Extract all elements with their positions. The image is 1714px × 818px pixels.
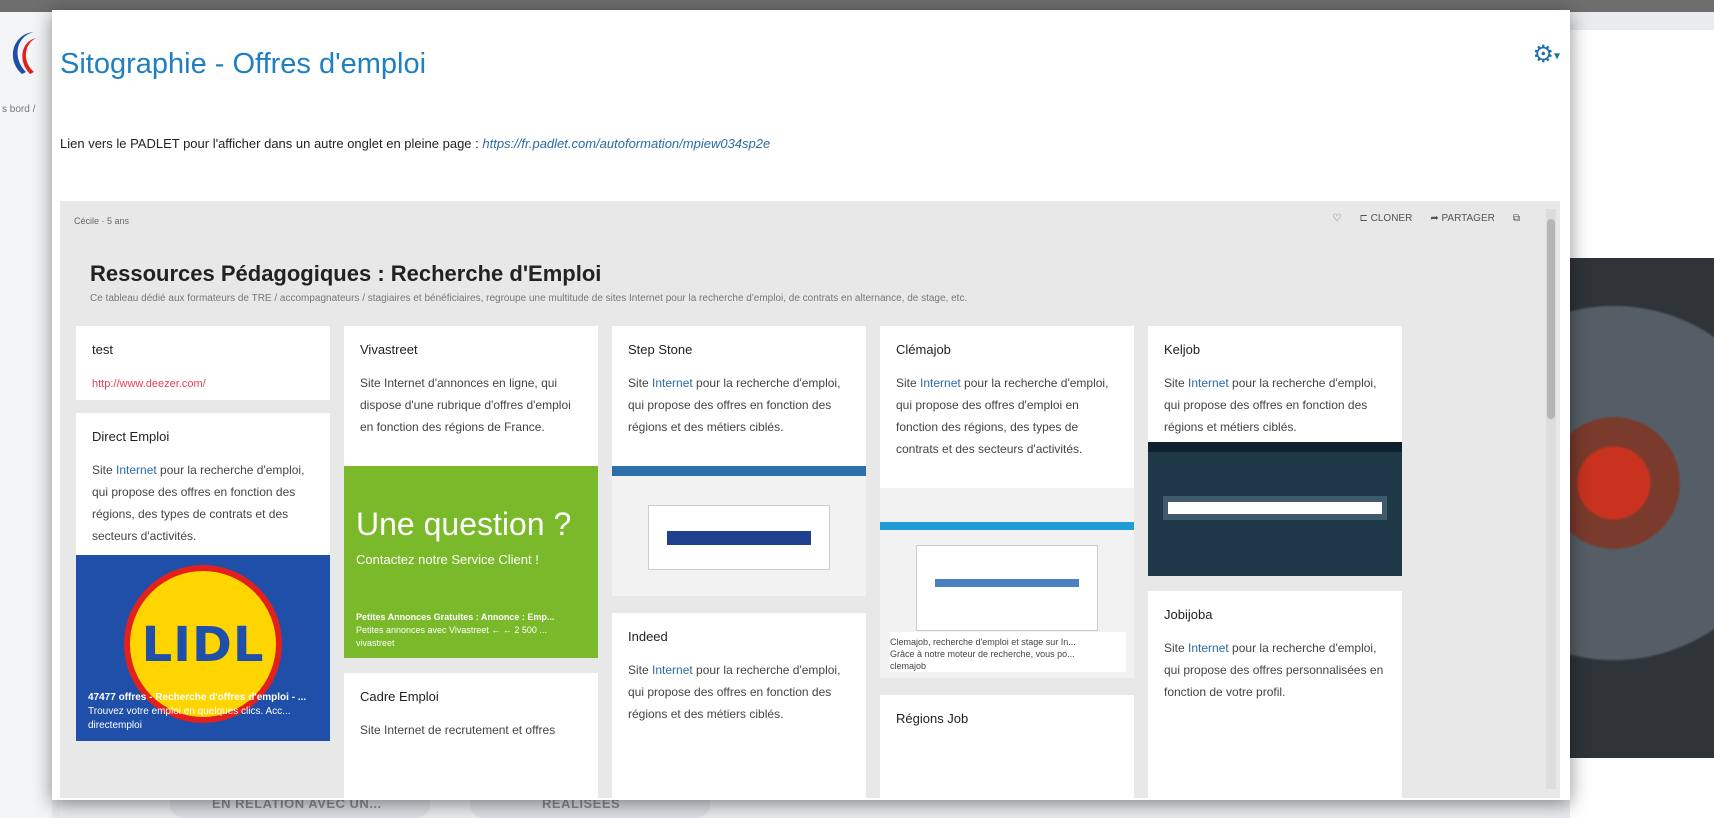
promo-subtitle: Contactez notre Service Client ! [356, 552, 539, 567]
card-vivastreet[interactable]: Vivastreet Site Internet d'annonces en l… [344, 326, 598, 466]
card-body: Site Internet pour la recherche d'emploi… [896, 376, 1109, 456]
card-direct-emploi[interactable]: Direct Emploi Site Internet pour la rech… [76, 413, 330, 555]
gear-icon: ⚙ [1532, 41, 1554, 68]
padlet-scrollbar[interactable] [1546, 209, 1556, 789]
padlet-description: Ce tableau dédié aux formateurs de TRE /… [90, 293, 968, 304]
heart-icon[interactable]: ♡ [1333, 213, 1342, 224]
card-body: Site Internet pour la recherche d'emploi… [92, 463, 305, 543]
page-title: Sitographie - Offres d'emploi [60, 48, 427, 80]
background-left-panel [0, 12, 52, 818]
card-body: Site Internet pour la recherche d'emploi… [628, 663, 841, 721]
share-label: PARTAGER [1441, 213, 1495, 224]
background-breadcrumb: s bord / [2, 104, 36, 115]
scroll-thumb[interactable] [1547, 219, 1555, 419]
card-test[interactable]: test http://www.deezer.com/ [76, 326, 330, 400]
preview-search [1163, 495, 1387, 520]
card-clemajob[interactable]: Clémajob Site Internet pour la recherche… [880, 326, 1134, 488]
padlet-link[interactable]: https://fr.padlet.com/autoformation/mpie… [482, 136, 770, 151]
chevron-down-icon: ▾ [1553, 48, 1560, 63]
card-body: Site Internet pour la recherche d'emploi… [1164, 376, 1377, 434]
preview-header [612, 466, 866, 476]
card-title: Vivastreet [360, 342, 418, 357]
card-title: test [92, 342, 113, 357]
card-body: Site Internet pour la recherche d'emploi… [628, 376, 841, 434]
card-keljob[interactable]: Keljob Site Internet pour la recherche d… [1148, 326, 1402, 442]
background-photo [1560, 258, 1714, 758]
card-cadre-emploi[interactable]: Cadre Emploi Site Internet de recrutemen… [344, 673, 598, 798]
card-lidl-image[interactable]: LIDL 47477 offres - Recherche d'offres d… [76, 555, 330, 741]
card-vivastreet-image[interactable]: Une question ? Contactez notre Service C… [344, 466, 598, 658]
card-link[interactable]: http://www.deezer.com/ [92, 378, 206, 390]
settings-menu-button[interactable]: ⚙▾ [1532, 40, 1560, 69]
card-body: Site Internet d'annonces en ligne, qui d… [360, 376, 571, 434]
card-title: Régions Job [896, 711, 969, 726]
card-title: Keljob [1164, 342, 1201, 357]
card-title: Clémajob [896, 342, 951, 357]
card-indeed[interactable]: Indeed Site Internet pour la recherche d… [612, 613, 866, 798]
promo-question: Une question ? [356, 506, 572, 542]
card-title: Cadre Emploi [360, 689, 439, 704]
padlet-title: Ressources Pédagogiques : Recherche d'Em… [90, 261, 602, 286]
card-regions-job[interactable]: Régions Job [880, 695, 1134, 798]
card-title: Jobijoba [1164, 607, 1213, 622]
card-title: Indeed [628, 629, 668, 644]
preview-header [880, 522, 1134, 530]
preview-header [1148, 442, 1402, 452]
padlet-toolbar: Cécile · 5 ans ♡ ⊏ CLONER ➦ PARTAGER ⧉ [60, 201, 1540, 237]
preview-form [647, 505, 831, 570]
card-keljob-image[interactable] [1148, 442, 1402, 576]
padlet-link-line: Lien vers le PADLET pour l'afficher dans… [60, 136, 770, 151]
clone-button[interactable]: ⊏ CLONER [1359, 213, 1412, 224]
card-step-stone-image[interactable] [612, 466, 866, 596]
padlet-embed: Cécile · 5 ans ♡ ⊏ CLONER ➦ PARTAGER ⧉ R… [60, 201, 1560, 798]
preview-page [915, 545, 1099, 631]
card-clemajob-image[interactable]: Clemajob, recherche d'emploi et stage su… [880, 488, 1134, 678]
padlet-actions: ♡ ⊏ CLONER ➦ PARTAGER ⧉ [1333, 213, 1521, 224]
link-preview-caption: Petites Annonces Gratuites : Annonce : E… [356, 612, 555, 648]
link-prefix: Lien vers le PADLET pour l'afficher dans… [60, 136, 483, 151]
app-logo-icon [12, 32, 36, 74]
card-title: Direct Emploi [92, 429, 170, 444]
link-preview-caption: 47477 offres - Recherche d'offres d'empl… [88, 692, 307, 731]
card-body: Site Internet de recrutement et offres [360, 723, 556, 737]
card-body: Site Internet pour la recherche d'emploi… [1164, 641, 1384, 699]
share-button[interactable]: ➦ PARTAGER [1430, 213, 1495, 224]
card-jobijoba[interactable]: Jobijoba Site Internet pour la recherche… [1148, 591, 1402, 798]
modal-window: Sitographie - Offres d'emploi ⚙▾ Lien ve… [52, 10, 1570, 800]
link-preview-caption: Clemajob, recherche d'emploi et stage su… [890, 632, 1126, 672]
open-external-icon[interactable]: ⧉ [1513, 213, 1520, 224]
card-title: Step Stone [628, 342, 693, 357]
card-step-stone[interactable]: Step Stone Site Internet pour la recherc… [612, 326, 866, 466]
clone-label: CLONER [1370, 213, 1413, 224]
padlet-author: Cécile · 5 ans [74, 216, 130, 226]
card-body: http://www.deezer.com/ [92, 372, 318, 395]
